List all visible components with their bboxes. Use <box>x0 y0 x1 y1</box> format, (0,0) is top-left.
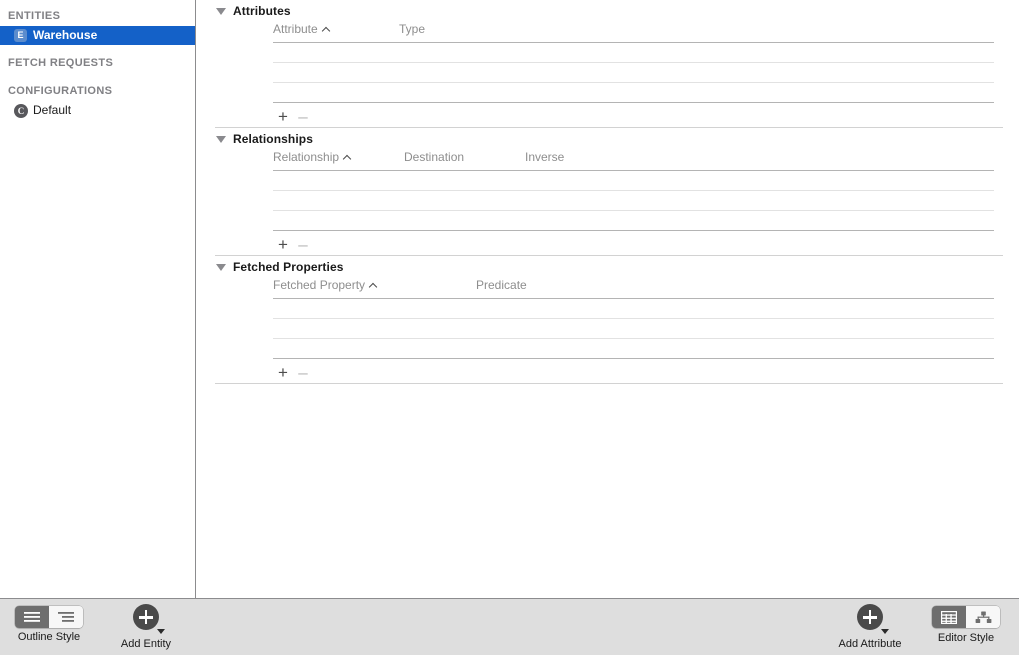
triangle-down-icon[interactable] <box>216 135 226 143</box>
column-header-fetched-property[interactable]: Fetched Property <box>273 278 476 292</box>
table-footer: + – <box>273 103 994 127</box>
attributes-table: Attribute Type + – <box>273 22 994 127</box>
editor-style-label: Editor Style <box>937 631 995 644</box>
table-row[interactable] <box>273 211 994 231</box>
menu-caret-icon[interactable] <box>157 629 165 634</box>
outline-flat-icon[interactable] <box>15 606 49 628</box>
bottom-toolbar: Outline Style Add Entity Add Attribute E… <box>0 598 1019 655</box>
section-header-fetched-properties[interactable]: Fetched Properties <box>197 256 1019 278</box>
add-relationship-row-button[interactable]: + <box>273 236 293 253</box>
sidebar: ENTITIES E Warehouse FETCH REQUESTS CONF… <box>0 0 196 598</box>
section-fetched-properties: Fetched Properties Fetched Property Pred… <box>197 256 1019 384</box>
column-header-predicate[interactable]: Predicate <box>476 278 994 292</box>
sidebar-item-default[interactable]: C Default <box>0 101 195 120</box>
sidebar-item-warehouse[interactable]: E Warehouse <box>0 26 195 45</box>
entity-detail-editor: Attributes Attribute Type + – Relationsh… <box>197 0 1019 598</box>
sidebar-group-header-configurations: CONFIGURATIONS <box>8 85 113 97</box>
add-entity-label: Add Entity <box>120 638 172 650</box>
add-attribute-button[interactable] <box>857 604 889 635</box>
outline-style-control: Outline Style <box>14 606 84 643</box>
triangle-down-icon[interactable] <box>216 263 226 271</box>
column-header-type[interactable]: Type <box>399 22 994 36</box>
remove-relationship-row-button[interactable]: – <box>293 236 313 253</box>
editor-style-control: Editor Style <box>931 606 1001 644</box>
chevron-up-icon <box>323 26 330 33</box>
add-entity-control: Add Entity <box>104 604 188 650</box>
sidebar-item-label: Warehouse <box>33 28 98 42</box>
table-row[interactable] <box>273 171 994 191</box>
outline-style-label: Outline Style <box>17 631 81 643</box>
table-header-row: Attribute Type <box>273 22 994 43</box>
table-header-row: Fetched Property Predicate <box>273 278 994 299</box>
section-divider <box>215 383 1003 384</box>
column-header-inverse[interactable]: Inverse <box>525 150 994 164</box>
add-entity-button[interactable] <box>133 604 165 635</box>
plus-circle-icon[interactable] <box>857 604 883 630</box>
table-grid-icon[interactable] <box>932 606 966 628</box>
column-header-attribute[interactable]: Attribute <box>273 22 399 36</box>
core-data-model-editor: ENTITIES E Warehouse FETCH REQUESTS CONF… <box>0 0 1019 655</box>
table-row[interactable] <box>273 43 994 63</box>
table-footer: + – <box>273 359 994 383</box>
column-header-destination[interactable]: Destination <box>404 150 525 164</box>
add-fetched-property-row-button[interactable]: + <box>273 364 293 381</box>
relationships-table: Relationship Destination Inverse + – <box>273 150 994 255</box>
table-row[interactable] <box>273 299 994 319</box>
fetched-properties-table: Fetched Property Predicate + – <box>273 278 994 383</box>
sidebar-group-header-fetch-requests: FETCH REQUESTS <box>8 57 114 69</box>
section-attributes: Attributes Attribute Type + – <box>197 0 1019 128</box>
table-row[interactable] <box>273 191 994 211</box>
section-title: Relationships <box>233 132 313 146</box>
section-relationships: Relationships Relationship Destination I… <box>197 128 1019 256</box>
section-title: Attributes <box>233 4 291 18</box>
remove-fetched-property-row-button[interactable]: – <box>293 364 313 381</box>
chevron-up-icon <box>344 154 351 161</box>
table-row[interactable] <box>273 319 994 339</box>
table-row[interactable] <box>273 83 994 103</box>
sidebar-item-label: Default <box>33 103 72 117</box>
add-attribute-control: Add Attribute <box>820 604 920 650</box>
outline-style-segmented-control[interactable] <box>15 606 83 628</box>
table-footer: + – <box>273 231 994 255</box>
menu-caret-icon[interactable] <box>881 629 889 634</box>
chevron-up-icon <box>370 282 377 289</box>
configuration-icon: C <box>14 103 28 118</box>
section-header-attributes[interactable]: Attributes <box>197 0 1019 22</box>
outline-hierarchical-icon[interactable] <box>49 606 83 628</box>
entity-icon: E <box>14 29 27 42</box>
section-title: Fetched Properties <box>233 260 344 274</box>
editor-style-segmented-control[interactable] <box>932 606 1000 628</box>
add-attribute-row-button[interactable]: + <box>273 108 293 125</box>
add-attribute-label: Add Attribute <box>838 638 902 650</box>
sidebar-group-header-entities: ENTITIES <box>8 10 61 22</box>
section-header-relationships[interactable]: Relationships <box>197 128 1019 150</box>
triangle-down-icon[interactable] <box>216 7 226 15</box>
table-header-row: Relationship Destination Inverse <box>273 150 994 171</box>
column-header-relationship[interactable]: Relationship <box>273 150 404 164</box>
table-row[interactable] <box>273 339 994 359</box>
graph-nodes-icon[interactable] <box>966 606 1000 628</box>
remove-attribute-row-button[interactable]: – <box>293 108 313 125</box>
table-row[interactable] <box>273 63 994 83</box>
plus-circle-icon[interactable] <box>133 604 159 630</box>
